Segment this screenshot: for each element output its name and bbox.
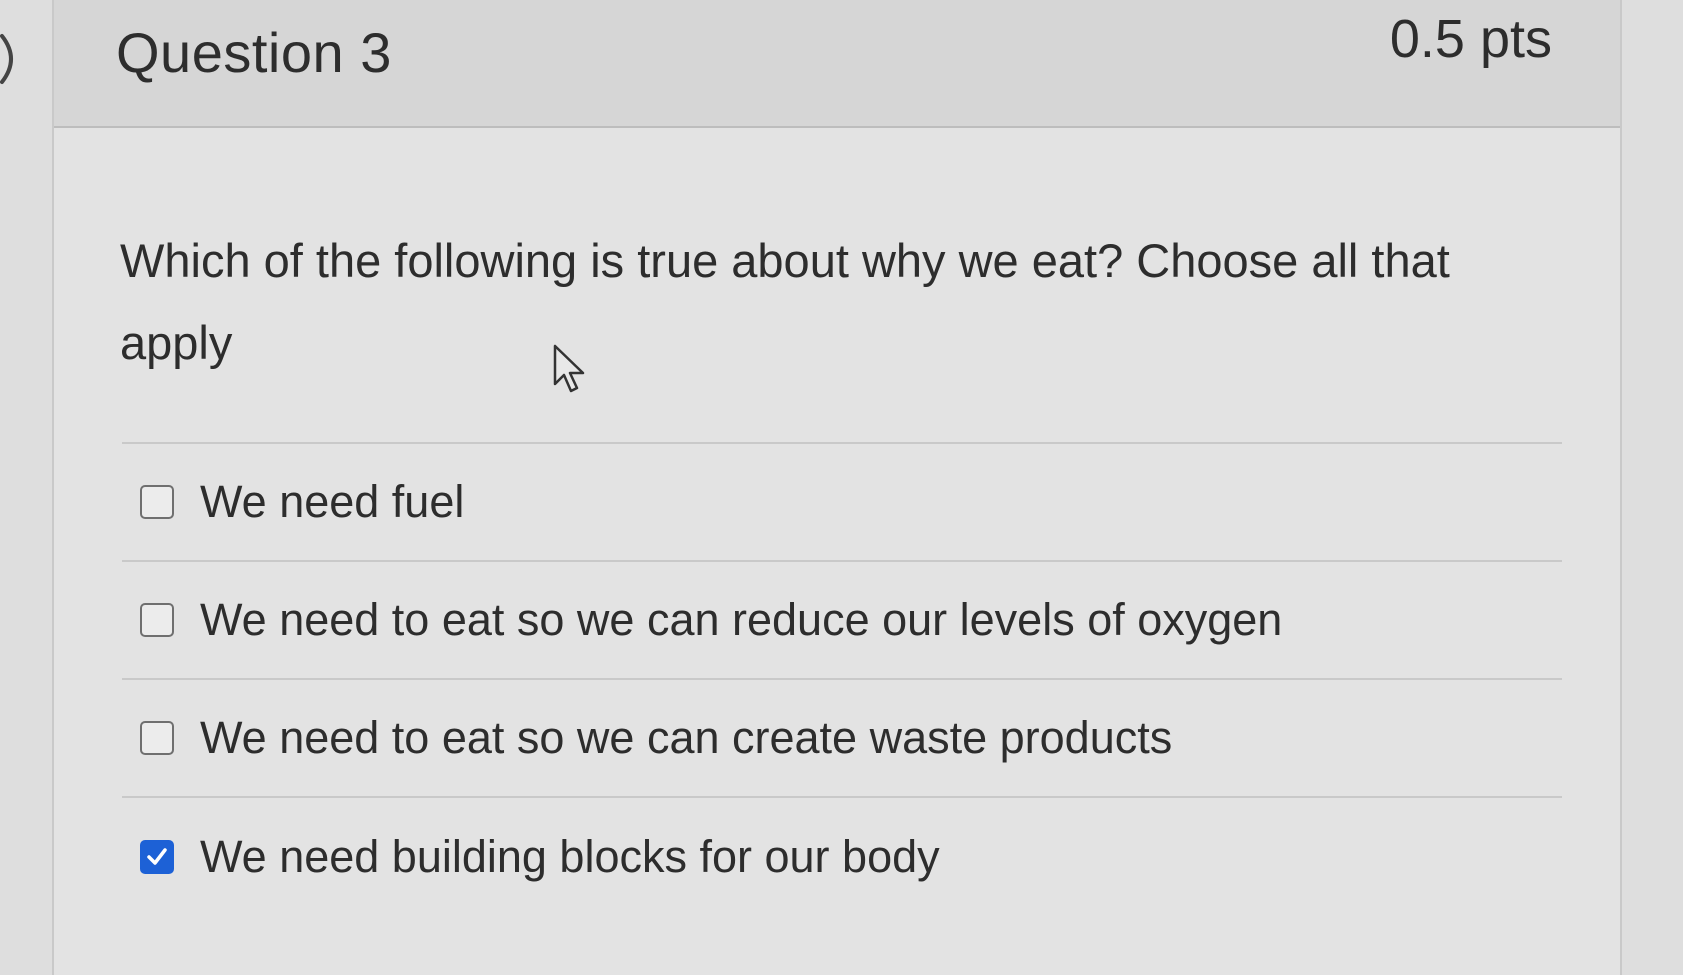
answer-label: We need to eat so we can reduce our leve… <box>200 594 1283 645</box>
answer-checkbox[interactable] <box>140 485 174 519</box>
answer-checkbox[interactable] <box>140 840 174 874</box>
answer-checkbox[interactable] <box>140 603 174 637</box>
question-text: Which of the following is true about why… <box>120 234 1450 369</box>
question-title: Question 3 <box>116 21 392 84</box>
quiz-page: Question 3 0.5 pts Which of the followin… <box>0 0 1683 975</box>
question-header: Question 3 0.5 pts <box>54 0 1620 128</box>
answer-label: We need fuel <box>200 476 465 527</box>
answer-label: We need to eat so we can create waste pr… <box>200 712 1173 763</box>
answer-option[interactable]: We need fuel <box>122 444 1562 562</box>
answer-checkbox[interactable] <box>140 721 174 755</box>
collapse-question-toggle[interactable] <box>0 28 26 90</box>
mouse-pointer-icon <box>553 344 585 393</box>
answer-list: We need fuel We need to eat so we can re… <box>122 442 1562 916</box>
answer-option[interactable]: We need to eat so we can create waste pr… <box>122 680 1562 798</box>
question-points: 0.5 pts <box>1389 9 1552 69</box>
question-card: Question 3 0.5 pts Which of the followin… <box>52 0 1622 975</box>
answer-option[interactable]: We need to eat so we can reduce our leve… <box>122 562 1562 680</box>
answer-label: We need building blocks for our body <box>200 831 940 882</box>
chevron-right-icon <box>0 34 13 84</box>
answer-option[interactable]: We need building blocks for our body <box>122 798 1562 916</box>
checkmark-icon <box>147 848 167 865</box>
